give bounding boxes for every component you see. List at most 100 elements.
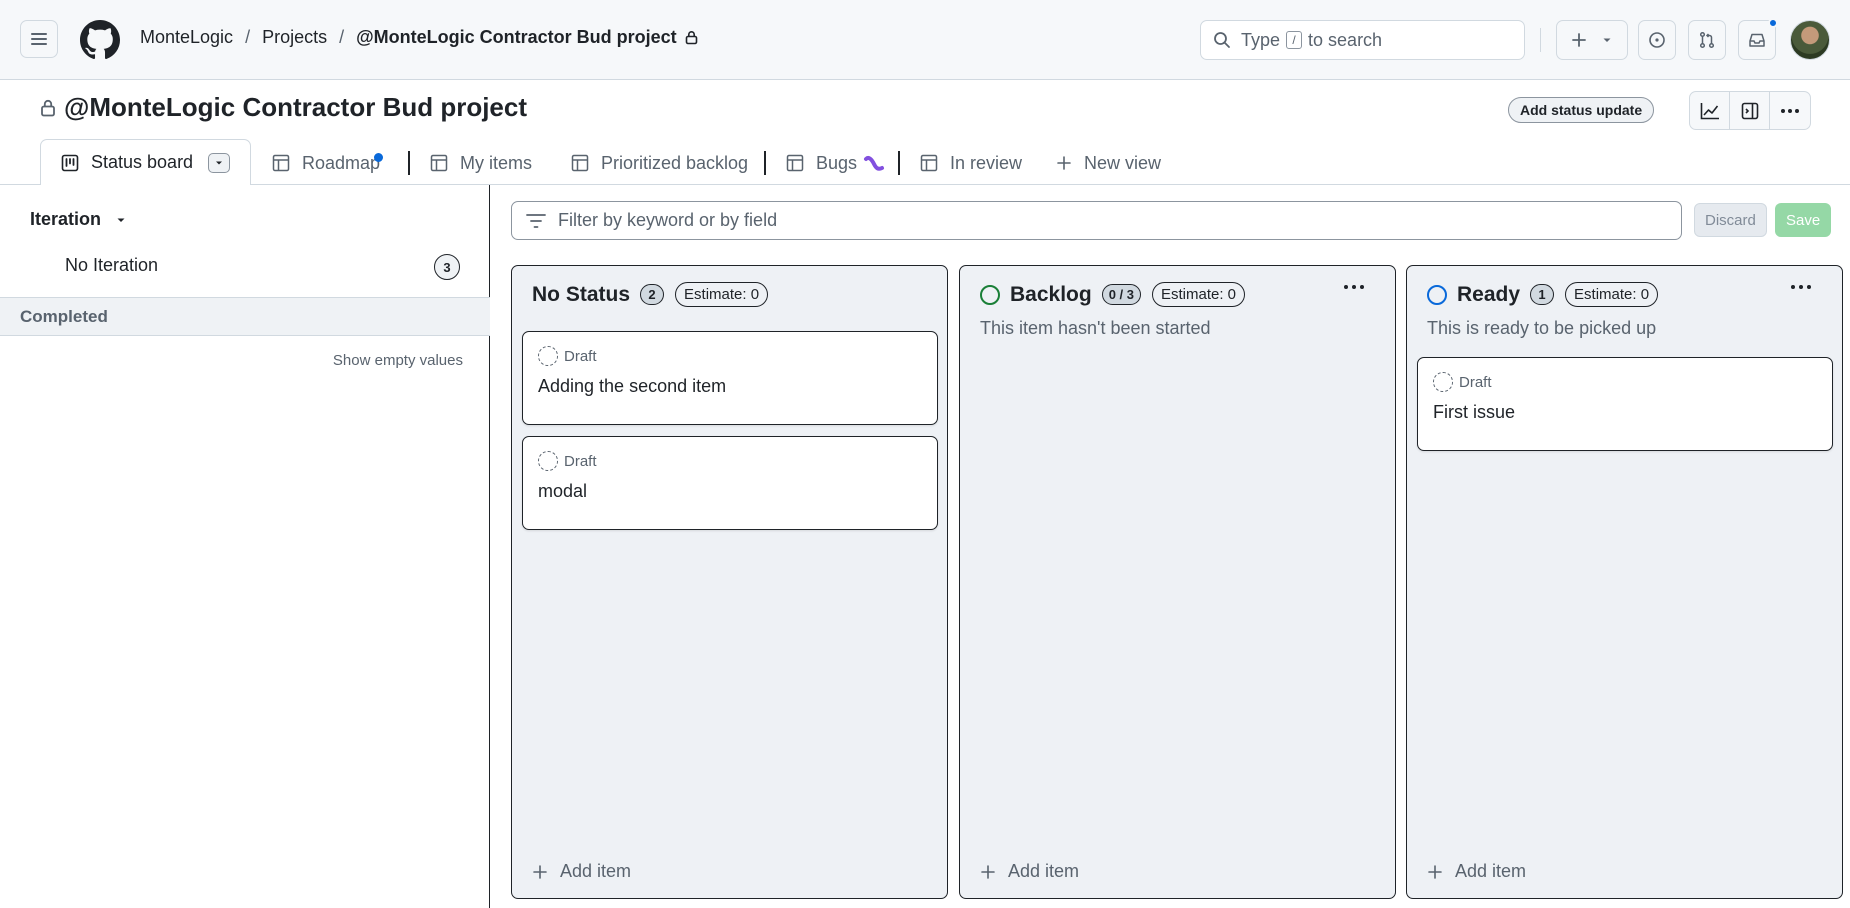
column-description: This is ready to be picked up	[1427, 318, 1657, 338]
bug-icon	[864, 155, 885, 171]
breadcrumb-separator: /	[245, 27, 251, 47]
add-item-button[interactable]: Add item	[532, 861, 631, 882]
tab-label: Bugs	[816, 152, 858, 173]
lock-icon	[685, 31, 697, 45]
add-item-label: Add item	[1008, 861, 1080, 881]
filter-icon	[526, 213, 546, 228]
tab-divider	[898, 151, 900, 175]
triangle-down-icon	[1603, 38, 1611, 42]
card-status-label: Draft	[564, 347, 597, 365]
breadcrumb-owner[interactable]: MonteLogic	[140, 27, 233, 48]
tab-label: In review	[950, 152, 1023, 173]
insights-button[interactable]	[1690, 92, 1730, 129]
project-board-icon	[61, 154, 79, 171]
completed-section-header[interactable]: Completed	[0, 297, 490, 336]
search-input[interactable]: Type / to search	[1200, 20, 1525, 60]
table-icon	[430, 154, 448, 172]
card-title[interactable]: modal	[538, 481, 587, 502]
tab-my-items[interactable]: My items	[430, 149, 532, 177]
filter-input[interactable]: Filter by keyword or by field	[511, 201, 1682, 240]
add-status-update-button[interactable]: Add status update	[1508, 97, 1655, 123]
column-description: This item hasn't been started	[980, 318, 1211, 338]
breadcrumb: MonteLogic / Projects / @MonteLogic Cont…	[140, 27, 698, 48]
table-icon	[786, 154, 804, 172]
github-logo-icon[interactable]	[80, 20, 120, 60]
lock-icon	[41, 99, 55, 117]
add-item-label: Add item	[560, 861, 632, 881]
board-card[interactable]: Draft First issue	[1417, 357, 1833, 451]
tab-label: Roadmap	[302, 152, 381, 173]
column-header: Backlog 0 / 3 Estimate: 0	[980, 282, 1246, 307]
slice-item-no-iteration[interactable]: No Iteration	[65, 255, 158, 276]
tab-in-review[interactable]: In review	[920, 149, 1022, 177]
more-options-button[interactable]	[1770, 92, 1810, 129]
tab-label: Prioritized backlog	[601, 152, 749, 173]
board-card[interactable]: Draft Adding the second item	[522, 331, 938, 425]
slice-field-selector[interactable]: Iteration	[30, 209, 127, 230]
create-new-button[interactable]	[1556, 20, 1628, 60]
tab-label: Status board	[91, 152, 194, 172]
board-card[interactable]: Draft modal	[522, 436, 938, 530]
header-divider	[1540, 28, 1541, 52]
table-icon	[272, 154, 290, 172]
tab-label: New view	[1084, 152, 1162, 173]
project-actions	[1689, 91, 1811, 130]
unsaved-changes-dot	[374, 153, 383, 162]
board-view: Filter by keyword or by field Discard Sa…	[491, 185, 1850, 908]
status-blue-circle-icon	[1427, 284, 1447, 305]
board-column-ready: Ready 1 Estimate: 0 This is ready to be …	[1406, 265, 1843, 899]
project-title-text: @MonteLogic Contractor Bud project	[64, 92, 528, 122]
slice-panel: Iteration No Iteration 3 Completed Show …	[0, 185, 490, 908]
draft-issue-icon	[538, 346, 558, 366]
inbox-button[interactable]	[1738, 18, 1778, 60]
plus-icon	[1428, 864, 1442, 879]
new-view-button[interactable]: New view	[1056, 149, 1161, 177]
tab-prioritized-backlog[interactable]: Prioritized backlog	[571, 149, 748, 177]
column-title: Backlog	[1010, 282, 1092, 306]
draft-issue-icon	[538, 451, 558, 471]
tab-bugs[interactable]: Bugs	[786, 149, 885, 177]
tab-status-board[interactable]: Status board	[40, 139, 251, 185]
menu-button[interactable]	[20, 20, 58, 58]
add-item-button[interactable]: Add item	[1427, 861, 1526, 882]
column-estimate: Estimate: 0	[1152, 282, 1246, 307]
plus-icon	[533, 864, 547, 879]
column-estimate: Estimate: 0	[675, 282, 769, 307]
column-estimate: Estimate: 0	[1565, 282, 1659, 307]
card-title[interactable]: Adding the second item	[538, 376, 726, 397]
page-title: @MonteLogic Contractor Bud project	[40, 92, 527, 123]
column-count: 1	[1530, 284, 1555, 305]
column-menu-icon[interactable]	[1790, 284, 1812, 290]
card-status-label: Draft	[564, 452, 597, 470]
hamburger-icon	[31, 33, 47, 45]
issues-button[interactable]	[1638, 20, 1676, 60]
add-item-label: Add item	[1455, 861, 1527, 881]
git-pull-request-icon	[1699, 31, 1715, 49]
tab-label: My items	[460, 152, 532, 173]
inbox-icon	[1749, 33, 1765, 47]
slice-field-label: Iteration	[30, 209, 102, 229]
search-prefix: Type	[1241, 29, 1281, 50]
column-menu-icon[interactable]	[1343, 284, 1365, 290]
discard-button[interactable]: Discard	[1694, 203, 1767, 237]
breadcrumb-project[interactable]: @MonteLogic Contractor Bud project	[356, 27, 677, 48]
save-button[interactable]: Save	[1775, 203, 1832, 237]
search-icon	[1214, 32, 1230, 48]
side-panel-button[interactable]	[1730, 92, 1770, 129]
avatar[interactable]	[1790, 20, 1830, 60]
add-item-button[interactable]: Add item	[980, 861, 1079, 882]
table-icon	[920, 154, 938, 172]
view-options-dropdown[interactable]	[208, 153, 230, 173]
board-column-no-status: No Status 2 Estimate: 0 Draft Adding the…	[511, 265, 948, 899]
card-title[interactable]: First issue	[1433, 402, 1515, 423]
pull-requests-button[interactable]	[1688, 20, 1726, 60]
status-green-circle-icon	[980, 284, 1000, 305]
show-empty-values-link[interactable]: Show empty values	[333, 352, 463, 369]
column-count: 0 / 3	[1101, 284, 1141, 305]
column-title: No Status	[532, 282, 631, 306]
tab-divider	[764, 151, 766, 175]
tab-roadmap[interactable]: Roadmap	[272, 149, 380, 177]
breadcrumb-projects[interactable]: Projects	[262, 27, 327, 48]
breadcrumb-separator: /	[339, 27, 345, 47]
board-column-backlog: Backlog 0 / 3 Estimate: 0 This item hasn…	[959, 265, 1396, 899]
